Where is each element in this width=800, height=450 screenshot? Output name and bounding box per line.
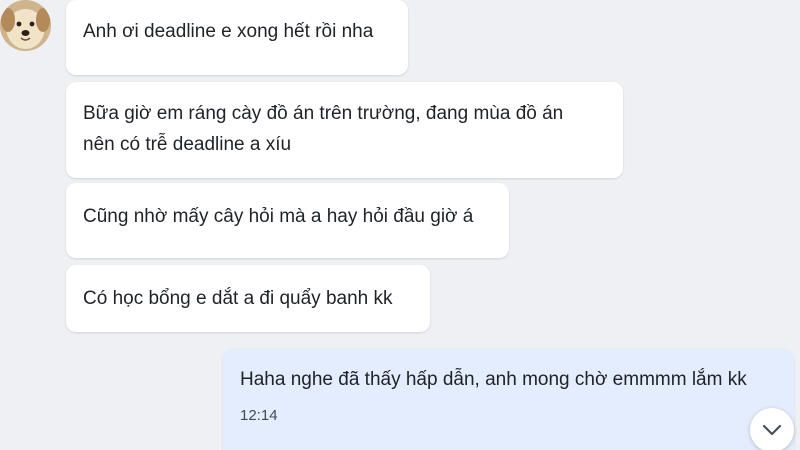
incoming-message[interactable]: Anh ơi deadline e xong hết rồi nha (66, 0, 408, 75)
message-text: Haha nghe đã thấy hấp dẫn, anh mong chờ … (240, 369, 747, 390)
outgoing-message[interactable]: Haha nghe đã thấy hấp dẫn, anh mong chờ … (223, 349, 794, 450)
incoming-message[interactable]: Có học bổng e dắt a đi quẩy banh kk (66, 265, 430, 332)
message-text: Cũng nhờ mấy cây hỏi mà a hay hỏi đầu gi… (83, 206, 474, 227)
message-text: Có học bổng e dắt a đi quẩy banh kk (83, 288, 393, 309)
message-text-line: Bữa giờ em ráng cày đồ án trên trường, đ… (83, 103, 564, 124)
sender-avatar[interactable] (0, 0, 51, 51)
message-timestamp: 12:14 (240, 407, 278, 424)
message-text: Anh ơi deadline e xong hết rồi nha (83, 21, 374, 42)
incoming-message[interactable]: Cũng nhờ mấy cây hỏi mà a hay hỏi đầu gi… (66, 183, 509, 258)
incoming-message[interactable]: Bữa giờ em ráng cày đồ án trên trường, đ… (66, 82, 623, 178)
dog-avatar-icon (0, 0, 51, 51)
chevron-down-icon (762, 424, 782, 436)
message-text-line: nên có trễ deadline a xíu (83, 134, 292, 155)
chat-message-list[interactable]: Anh ơi deadline e xong hết rồi nha Bữa g… (0, 0, 800, 450)
scroll-to-bottom-button[interactable] (750, 408, 794, 450)
